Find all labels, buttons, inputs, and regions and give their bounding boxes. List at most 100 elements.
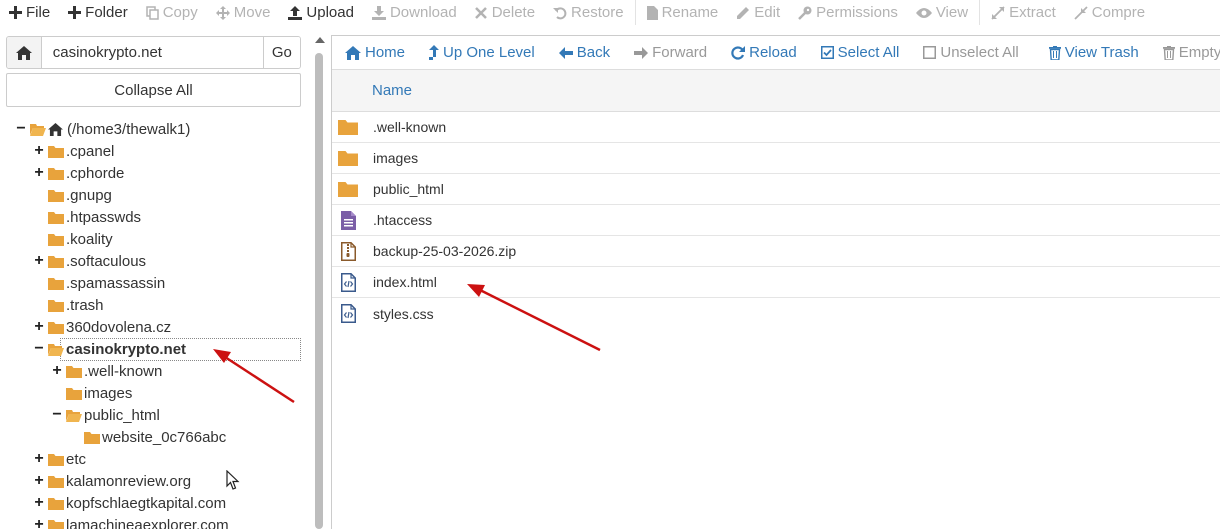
rename-button[interactable]: Rename: [638, 0, 728, 25]
tree-item-360dovolena[interactable]: + 360dovolena.cz: [0, 316, 310, 338]
tree-item-label: website_0c766abc: [102, 428, 227, 446]
expand-toggle-icon[interactable]: +: [33, 165, 45, 181]
tree-item-label: .gnupg: [66, 186, 112, 204]
file-name: styles.css: [373, 305, 434, 322]
compress-button[interactable]: Compre: [1065, 0, 1154, 25]
collapse-toggle-icon[interactable]: −: [15, 121, 27, 137]
tree-item-label: .cphorde: [66, 164, 125, 182]
expand-toggle-icon[interactable]: +: [33, 319, 45, 335]
home-button[interactable]: Home: [332, 36, 416, 69]
trash-icon: [1162, 45, 1175, 60]
file-list-pane: Home Up One Level Back Forward Reload Se…: [331, 35, 1220, 529]
restore-button[interactable]: Restore: [544, 0, 633, 25]
back-label: Back: [576, 44, 611, 61]
expand-toggle-icon[interactable]: +: [51, 363, 63, 379]
folder-icon: [48, 145, 64, 158]
top-toolbar: File Folder Copy Move Upload Download De…: [0, 0, 1220, 25]
expand-toggle-icon[interactable]: +: [33, 495, 45, 511]
folder-icon: [48, 167, 64, 180]
tree-root[interactable]: − (/home3/thewalk1): [0, 118, 310, 140]
folder-icon: [48, 497, 64, 510]
folder-icon: [66, 387, 82, 400]
file-row[interactable]: index.html: [332, 267, 1220, 298]
tree-item-softaculous[interactable]: + .softaculous: [0, 250, 310, 272]
expand-icon: [991, 5, 1005, 20]
tree-item-koality[interactable]: .koality: [0, 228, 310, 250]
forward-button[interactable]: Forward: [621, 36, 718, 69]
tree-item-cpanel[interactable]: + .cpanel: [0, 140, 310, 162]
open-folder-icon: [66, 409, 82, 422]
tree-item-kopfschlaegtkapital[interactable]: + kopfschlaegtkapital.com: [0, 492, 310, 514]
tree-item-spamassassin[interactable]: .spamassassin: [0, 272, 310, 294]
download-button[interactable]: Download: [363, 0, 466, 25]
new-file-button[interactable]: File: [0, 0, 59, 25]
expand-toggle-icon[interactable]: +: [33, 253, 45, 269]
go-button[interactable]: Go: [262, 37, 300, 68]
up-one-level-button[interactable]: Up One Level: [416, 36, 546, 69]
back-button[interactable]: Back: [546, 36, 621, 69]
extract-button[interactable]: Extract: [982, 0, 1065, 25]
tree-item-well-known[interactable]: + .well-known: [0, 360, 310, 382]
select-all-button[interactable]: Select All: [808, 36, 911, 69]
upload-button[interactable]: Upload: [279, 0, 363, 25]
unselect-all-button[interactable]: Unselect All: [910, 36, 1029, 69]
view-button[interactable]: View: [907, 0, 977, 25]
view-trash-button[interactable]: View Trash: [1036, 36, 1150, 69]
refresh-icon: [731, 45, 746, 60]
forward-label: Forward: [652, 44, 708, 61]
folder-icon: [338, 151, 358, 166]
delete-button[interactable]: Delete: [466, 0, 544, 25]
tree-item-website[interactable]: website_0c766abc: [0, 426, 310, 448]
expand-toggle-icon[interactable]: +: [33, 473, 45, 489]
edit-button[interactable]: Edit: [727, 0, 789, 25]
collapse-toggle-icon[interactable]: −: [33, 341, 45, 357]
file-row[interactable]: styles.css: [332, 298, 1220, 329]
scroll-up-icon[interactable]: [315, 37, 325, 43]
file-row[interactable]: .htaccess: [332, 205, 1220, 236]
permissions-label: Permissions: [816, 4, 898, 21]
file-row[interactable]: backup-25-03-2026.zip: [332, 236, 1220, 267]
tree-item-cphorde[interactable]: + .cphorde: [0, 162, 310, 184]
tree-item-public-html[interactable]: − public_html: [0, 404, 310, 426]
file-row[interactable]: .well-known: [332, 112, 1220, 143]
tree-item-kalamonreview[interactable]: + kalamonreview.org: [0, 470, 310, 492]
move-icon: [215, 5, 230, 20]
expand-toggle-icon[interactable]: +: [33, 451, 45, 467]
tree-item-etc[interactable]: + etc: [0, 448, 310, 470]
reload-button[interactable]: Reload: [718, 36, 808, 69]
restore-label: Restore: [571, 4, 624, 21]
expand-toggle-icon[interactable]: +: [33, 517, 45, 529]
tree-item-label: kopfschlaegtkapital.com: [66, 494, 227, 512]
collapse-all-button[interactable]: Collapse All: [6, 73, 301, 107]
file-name: .htaccess: [373, 212, 433, 228]
folder-icon: [48, 519, 64, 529]
permissions-button[interactable]: Permissions: [789, 0, 907, 25]
tree-item-lamachineaexplorer[interactable]: + lamachineaexplorer.com: [0, 514, 310, 529]
tree-item-gnupg[interactable]: .gnupg: [0, 184, 310, 206]
home-label: Home: [365, 44, 406, 61]
new-folder-button[interactable]: Folder: [59, 0, 137, 25]
tree-item-trash[interactable]: .trash: [0, 294, 310, 316]
folder-icon: [48, 321, 64, 334]
scrollbar-thumb[interactable]: [315, 53, 323, 529]
undo-icon: [553, 6, 567, 19]
tree-item-label: images: [84, 384, 133, 402]
empty-trash-button[interactable]: Empty Tr: [1150, 36, 1220, 69]
name-column-header[interactable]: Name: [372, 82, 412, 99]
path-input[interactable]: [41, 37, 263, 68]
move-button[interactable]: Move: [207, 0, 280, 25]
tree-item-images[interactable]: images: [0, 382, 310, 404]
path-home-button[interactable]: [7, 37, 42, 68]
upload-icon: [288, 5, 303, 20]
copy-button[interactable]: Copy: [137, 0, 207, 25]
file-row[interactable]: images: [332, 143, 1220, 174]
collapse-toggle-icon[interactable]: −: [51, 407, 63, 423]
tree-item-label: .htpasswds: [66, 208, 142, 226]
tree-item-htpasswds[interactable]: .htpasswds: [0, 206, 310, 228]
key-icon: [798, 6, 812, 20]
tree-item-casinokrypto[interactable]: − casinokrypto.net: [0, 338, 310, 361]
expand-toggle-icon[interactable]: +: [33, 143, 45, 159]
tree-scrollbar[interactable]: [313, 25, 331, 529]
arrow-right-icon: [634, 46, 649, 59]
file-row[interactable]: public_html: [332, 174, 1220, 205]
